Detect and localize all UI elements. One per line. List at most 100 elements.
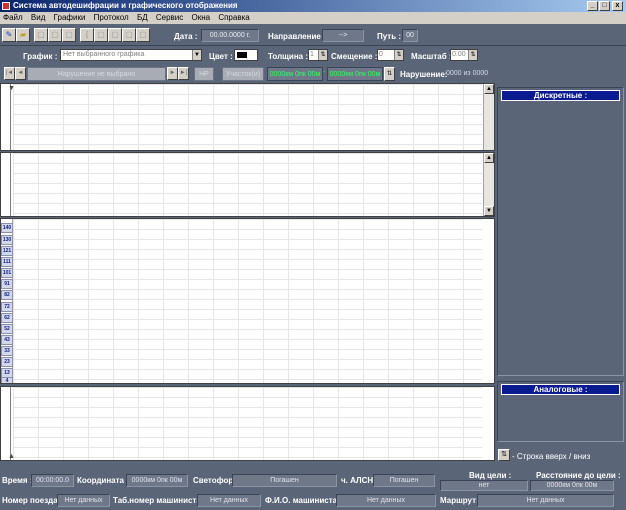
tool-icon-5[interactable]: ▢: [94, 28, 108, 42]
next-icon[interactable]: ►: [167, 67, 178, 80]
graph-grid: [13, 84, 482, 150]
menu-service[interactable]: Сервис: [153, 12, 186, 24]
prev-icon[interactable]: ◄: [15, 67, 26, 80]
np-button[interactable]: НР: [194, 67, 214, 81]
app-icon: [2, 2, 10, 10]
offset-value: 0: [379, 51, 383, 58]
tool-icon-4[interactable]: {: [80, 28, 94, 42]
last-icon[interactable]: ►|: [178, 67, 189, 80]
graph-grid: [13, 219, 482, 383]
scale-value: 0.00: [452, 51, 466, 58]
menu-bar: Файл Вид Графики Протокол БД Сервис Окна…: [0, 12, 626, 24]
driver-number-label: Таб.номер машиниста:: [113, 496, 204, 505]
menu-protocol[interactable]: Протокол: [91, 12, 132, 24]
direction-label: Направление :: [268, 32, 326, 41]
y-tick: 82: [1, 290, 13, 300]
tool-icon-7[interactable]: ▢: [122, 28, 136, 42]
menu-file[interactable]: Файл: [0, 12, 26, 24]
graph-label: График :: [23, 52, 58, 61]
tool-icon-2[interactable]: ▢: [48, 28, 62, 42]
y-tick: 121: [1, 246, 13, 256]
vertical-scrollbar[interactable]: ▲ ▼: [483, 153, 494, 216]
close-button[interactable]: x: [612, 1, 623, 11]
range-to: 0000км 0пк 00м: [327, 67, 383, 81]
coordinate-label: Координата :: [77, 476, 129, 485]
graph-settings-row: График : Нет выбранного графика ▼ Цвет :…: [0, 46, 626, 66]
scroll-down-icon[interactable]: ▼: [484, 206, 494, 216]
row-toggle-icon[interactable]: ⇅: [498, 449, 510, 461]
driver-name-label: Ф.И.О. машиниста:: [265, 496, 340, 505]
color-swatch: [237, 52, 247, 58]
scale-label: Масштаб :: [411, 52, 452, 61]
driver-number-value: Нет данных: [197, 494, 261, 507]
cursor-marker-icon[interactable]: ▲: [8, 453, 15, 460]
menu-graphs[interactable]: Графики: [51, 12, 89, 24]
discrete-panel: Дискретные :: [497, 87, 624, 376]
range-from: 0000км 0пк 00м: [267, 67, 323, 81]
y-tick: 91: [1, 279, 13, 289]
violation-count: 0000 из 0000: [446, 70, 489, 77]
graph-pane-bottom[interactable]: ▲: [0, 386, 495, 461]
tool-icon-8[interactable]: ▢: [136, 28, 150, 42]
y-tick: 140: [1, 223, 13, 233]
color-picker[interactable]: [234, 49, 258, 61]
scale-spinner[interactable]: 0.00 ⇅: [450, 49, 478, 61]
section-button[interactable]: Участок(и): [222, 67, 264, 81]
date-value: 00.00.0000 г.: [201, 29, 259, 42]
maximize-button[interactable]: □: [599, 1, 610, 11]
first-icon[interactable]: |◄: [4, 67, 15, 80]
driver-name-value: Нет данных: [336, 494, 436, 507]
tool-icon-1[interactable]: ▢: [34, 28, 48, 42]
y-tick: 43: [1, 335, 13, 345]
analog-panel: Аналоговые :: [497, 381, 624, 442]
spinner-icon[interactable]: ⇅: [384, 67, 395, 81]
coordinate-value: 0000км 0пк 00м: [126, 474, 188, 487]
open-data-icon[interactable]: ✎: [2, 28, 16, 42]
toolbar: ✎ ▰ ▢ ▢ ▢ { ▢ ▢ ▢ ▢ Дата : 00.00.0000 г.…: [0, 24, 626, 46]
target-label: Вид цели :: [469, 471, 512, 480]
scroll-up-icon[interactable]: ▲: [484, 84, 494, 94]
spinner-icon[interactable]: ⇅: [468, 50, 477, 60]
offset-label: Смещение :: [331, 52, 378, 61]
distance-label: Расстояние до цели :: [536, 471, 621, 480]
train-number-label: Номер поезда:: [2, 496, 61, 505]
cursor-line: [10, 153, 11, 216]
menu-db[interactable]: БД: [134, 12, 151, 24]
graph-pane-top[interactable]: ▼ ▲: [0, 83, 495, 151]
open-folder-icon[interactable]: ▰: [16, 28, 30, 42]
graph-pane-middle[interactable]: ▲ ▼: [0, 152, 495, 217]
violation-row: |◄ ◄ Нарушение не выбрано ► ►| НР Участо…: [0, 66, 626, 83]
graph-pane-speed[interactable]: 140 130 121 111 101 91 82 72 62 52 43 33…: [0, 218, 495, 384]
tool-icon-3[interactable]: ▢: [62, 28, 76, 42]
chevron-down-icon[interactable]: ▼: [192, 50, 201, 60]
graph-select-value: Нет выбранного графика: [63, 51, 145, 58]
y-tick: 4: [1, 377, 13, 383]
y-tick: 111: [1, 257, 13, 267]
cursor-marker-icon[interactable]: ▼: [8, 85, 15, 92]
vertical-scrollbar[interactable]: ▲: [483, 84, 494, 150]
graph-select[interactable]: Нет выбранного графика ▼: [60, 49, 202, 61]
scroll-up-icon[interactable]: ▲: [484, 153, 494, 163]
y-tick: 101: [1, 268, 13, 278]
cursor-line: [10, 84, 11, 150]
time-value: 00:00:00.0: [31, 474, 74, 487]
menu-help[interactable]: Справка: [215, 12, 252, 24]
minimize-button[interactable]: _: [587, 1, 598, 11]
tool-icon-6[interactable]: ▢: [108, 28, 122, 42]
signal-value: Погашен: [232, 474, 337, 487]
discrete-panel-title: Дискретные :: [501, 90, 620, 101]
thickness-spinner[interactable]: 1 ⇅: [308, 49, 328, 61]
cursor-line: [10, 387, 11, 460]
speed-axis: 140 130 121 111 101 91 82 72 62 52 43 33…: [1, 219, 13, 383]
spinner-icon[interactable]: ⇅: [318, 50, 327, 60]
spinner-icon[interactable]: ⇅: [394, 50, 403, 60]
menu-view[interactable]: Вид: [28, 12, 48, 24]
menu-windows[interactable]: Окна: [188, 12, 213, 24]
title-bar: Система автодешифрации и графического от…: [0, 0, 626, 12]
status-bar-primary: Время : 00:00:00.0 Координата : 0000км 0…: [0, 471, 626, 492]
offset-spinner[interactable]: 0 ⇅: [377, 49, 404, 61]
violation-label: Нарушение:: [400, 70, 448, 79]
y-tick: 130: [1, 235, 13, 245]
path-label: Путь :: [377, 32, 402, 41]
violation-select[interactable]: Нарушение не выбрано: [27, 67, 166, 81]
